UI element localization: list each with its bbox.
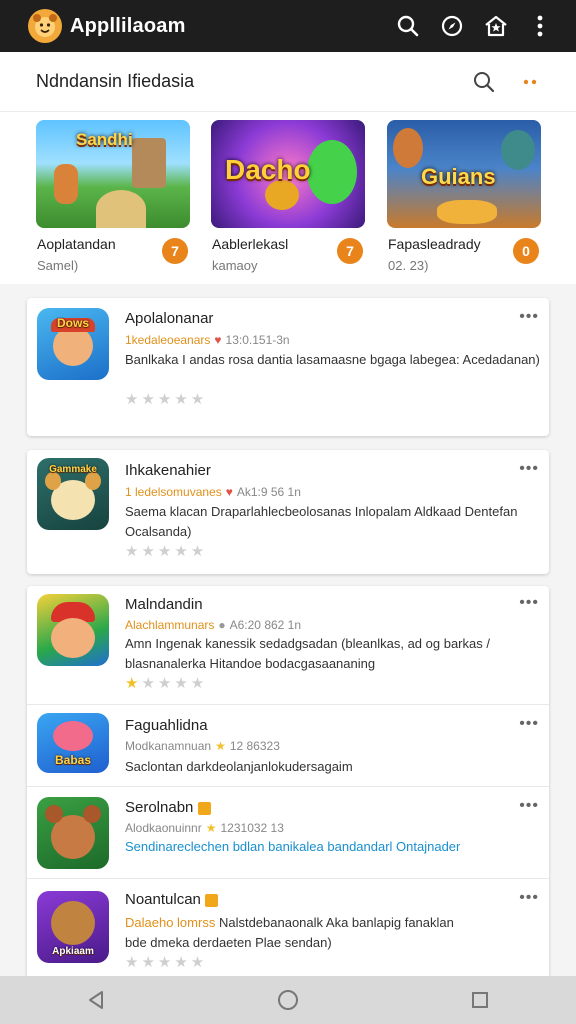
stat-text: Nalstdebanaonalk Aka banlapig fanaklan xyxy=(218,915,454,930)
search-icon[interactable] xyxy=(386,4,430,48)
more-options-icon[interactable]: ••• xyxy=(519,797,539,815)
pin-icon: ● xyxy=(218,618,226,632)
home-icon[interactable] xyxy=(258,978,318,1022)
app-icon: Apkiaam xyxy=(37,891,109,963)
overflow-menu-icon[interactable] xyxy=(518,4,562,48)
stat-text: Ak1:9 56 1n xyxy=(236,485,301,499)
heart-icon: ♥ xyxy=(214,333,222,347)
app-card[interactable]: Gammake Ihkakenahier 1 ledelsomuvanes ♥ Ak… xyxy=(27,450,549,574)
app-icon xyxy=(37,797,109,869)
list-item[interactable]: Babas Faguahlidna Modkanamnuan ★ 12 86323 … xyxy=(27,704,549,786)
app-title: Faguahlidna xyxy=(125,717,208,734)
trophy-icon xyxy=(197,801,211,815)
more-options-icon[interactable]: ••• xyxy=(519,308,539,326)
more-options-icon[interactable] xyxy=(510,62,550,102)
developer-name: Dalaeho lomrss xyxy=(125,915,216,930)
list-item[interactable]: Malndandin Alachlammunars ● A6:20 862 1n A… xyxy=(27,586,549,704)
app-title: Noantulcan xyxy=(125,891,219,908)
more-options-icon[interactable]: ••• xyxy=(519,460,539,478)
app-meta: 1kedaleoeanars ♥ 13:0.151-3n xyxy=(125,333,290,347)
featured-thumbnail: Guians xyxy=(387,120,541,228)
featured-subtitle: 02. 23) xyxy=(388,258,429,273)
app-icon xyxy=(37,594,109,666)
back-icon[interactable] xyxy=(66,978,126,1022)
app-meta: Alachlammunars ● A6:20 862 1n xyxy=(125,618,301,632)
app-description-link[interactable]: Sendinareclechen bdlan banikalea bandand… xyxy=(125,837,543,857)
developer-name: 1 ledelsomuvanes xyxy=(125,485,222,499)
featured-thumbnail: Dacho xyxy=(211,120,365,228)
app-description: Amn Ingenak kanessik sedadgsadan (bleanl… xyxy=(125,636,490,671)
heart-icon: ♥ xyxy=(225,485,233,499)
section-title: Ndndansin Ifiedasia xyxy=(36,71,195,91)
featured-card[interactable]: Guians Fapasleadrady 02. 23) 0 xyxy=(387,120,541,273)
developer-name: 1kedaleoeanars xyxy=(125,333,211,347)
list-item[interactable]: Gammake Ihkakenahier 1 ledelsomuvanes ♥ Ak… xyxy=(27,450,549,574)
featured-title: Fapasleadrady xyxy=(388,236,481,252)
search-icon[interactable] xyxy=(464,62,504,102)
star-rating: ★★★★★ xyxy=(125,954,208,971)
star-badge-icon: ★ xyxy=(215,739,226,753)
app-description: Banlkaka I andas rosa dantia lasamaasne … xyxy=(125,352,540,367)
featured-action-button[interactable]: 0 xyxy=(513,238,539,264)
app-description: Saclontan darkdeolanjanlokudersagaim xyxy=(125,759,353,774)
app-meta: 1 ledelsomuvanes ♥ Ak1:9 56 1n xyxy=(125,485,301,499)
developer-name: Modkanamnuan xyxy=(125,739,212,753)
app-meta: Modkanamnuan ★ 12 86323 xyxy=(125,739,280,753)
star-rating: ★★★★★ xyxy=(125,391,208,408)
more-options-icon[interactable]: ••• xyxy=(519,594,539,612)
featured-subtitle: kamaoy xyxy=(212,258,258,273)
featured-title: Aoplatandan xyxy=(37,236,116,252)
app-icon: Gammake xyxy=(37,458,109,530)
system-nav-bar xyxy=(0,976,576,1024)
featured-thumbnail: Sandhi xyxy=(36,120,190,228)
app-title: Ihkakenahier xyxy=(125,462,211,479)
recents-icon[interactable] xyxy=(450,978,510,1022)
featured-card[interactable]: Dacho Aablerlekasl kamaoy 7 xyxy=(211,120,365,273)
featured-card[interactable]: Sandhi Aoplatandan Samel) 7 xyxy=(36,120,190,273)
app-icon: Dows xyxy=(37,308,109,380)
app-icon: Babas xyxy=(37,713,109,773)
app-list-card: Malndandin Alachlammunars ● A6:20 862 1n A… xyxy=(27,586,549,976)
app-description: Saema klacan Draparlahlecbeolosanas Inlo… xyxy=(125,504,518,539)
app-title: Apolalonanar xyxy=(125,310,214,327)
star-rating: ★★★★★ xyxy=(125,543,208,560)
app-title: Malndandin xyxy=(125,596,203,613)
star-rating: ★★★★★ xyxy=(125,675,208,692)
featured-action-button[interactable]: 7 xyxy=(337,238,363,264)
app-card[interactable]: Dows Apolalonanar 1kedaleoeanars ♥ 13:0.15… xyxy=(27,298,549,436)
app-meta: Alodkaonuinnr ★ 1231032 13 xyxy=(125,821,284,835)
stat-text: 13:0.151-3n xyxy=(225,333,290,347)
featured-action-button[interactable]: 7 xyxy=(162,238,188,264)
stat-text: 1231032 13 xyxy=(220,821,284,835)
home-store-icon[interactable] xyxy=(474,4,518,48)
featured-carousel: Sandhi Aoplatandan Samel) 7 Dacho Aabler… xyxy=(0,112,576,284)
app-bar: Appllilaoam xyxy=(0,0,576,52)
developer-name: Alodkaonuinnr xyxy=(125,821,202,835)
section-header: Ndndansin Ifiedasia xyxy=(0,52,576,112)
stat-text: A6:20 862 1n xyxy=(229,618,302,632)
more-options-icon[interactable]: ••• xyxy=(519,889,539,907)
developer-name: Alachlammunars xyxy=(125,618,215,632)
more-options-icon[interactable]: ••• xyxy=(519,715,539,733)
trophy-icon xyxy=(205,893,219,907)
stat-text: 12 86323 xyxy=(229,739,280,753)
star-badge-icon: ★ xyxy=(205,821,217,835)
app-title: Appllilaoam xyxy=(70,14,186,37)
list-item[interactable]: Apkiaam Noantulcan Dalaeho lomrss Nalstd… xyxy=(27,878,549,976)
app-logo-icon xyxy=(28,9,62,43)
featured-title: Aablerlekasl xyxy=(212,236,289,252)
app-description: Dalaeho lomrss Nalstdebanaonalk Aka banl… xyxy=(125,915,454,950)
compass-icon[interactable] xyxy=(430,4,474,48)
list-item[interactable]: Dows Apolalonanar 1kedaleoeanars ♥ 13:0.15… xyxy=(27,298,549,436)
list-item[interactable]: Serolnabn Alodkaonuinnr ★ 1231032 13 Sendi… xyxy=(27,786,549,878)
featured-subtitle: Samel) xyxy=(37,258,79,273)
app-title: Serolnabn xyxy=(125,799,211,816)
